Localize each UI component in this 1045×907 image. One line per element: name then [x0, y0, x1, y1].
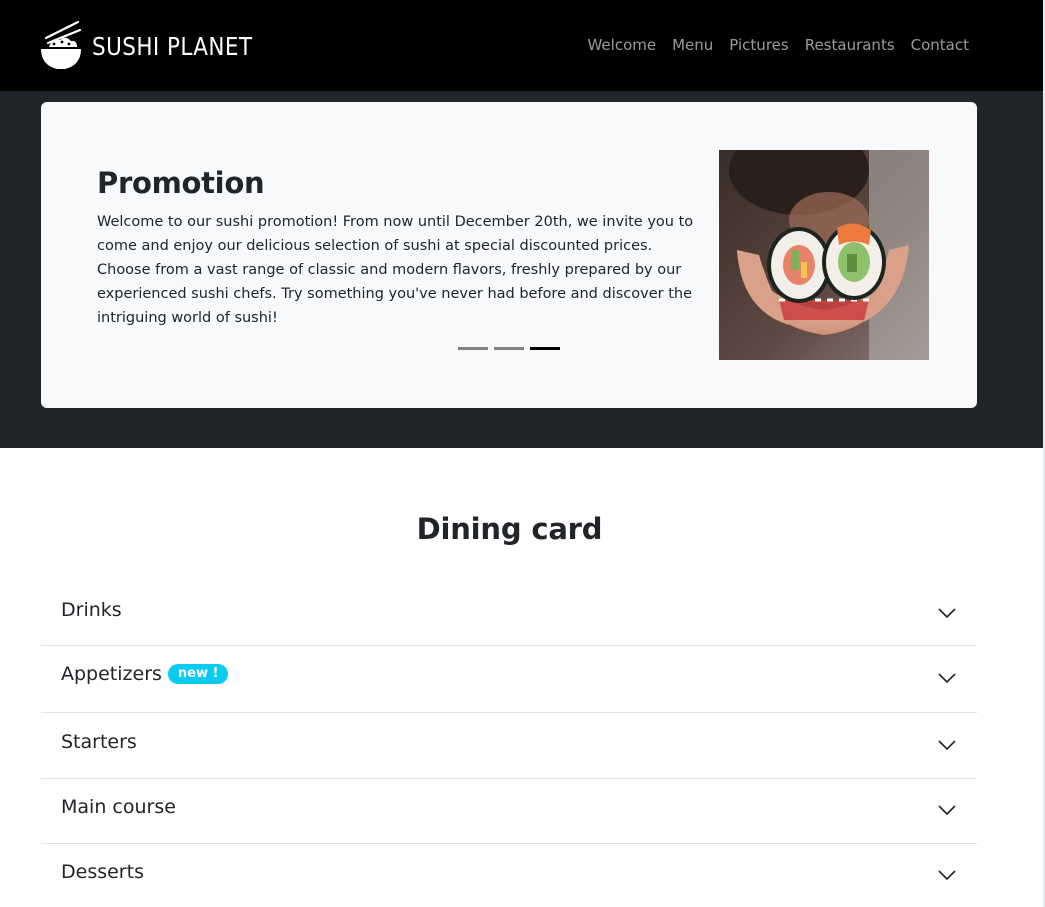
accordion-item-desserts[interactable]: Desserts	[41, 844, 977, 907]
chevron-down-icon	[938, 870, 956, 881]
accordion-label: Drinks	[61, 599, 122, 621]
accordion-header: Main course	[61, 796, 176, 818]
accordion-header: Starters	[61, 731, 137, 753]
carousel-indicator-3[interactable]	[530, 347, 560, 350]
chevron-down-icon	[938, 608, 956, 619]
chevron-down-icon	[938, 740, 956, 751]
nav-link-restaurants[interactable]: Restaurants	[805, 36, 895, 54]
promotion-title: Promotion	[97, 166, 265, 200]
accordion-label: Desserts	[61, 861, 144, 883]
accordion-item-appetizers[interactable]: Appetizers new !	[41, 646, 977, 713]
sushi-roll-photo	[719, 150, 929, 360]
brand-name: SUSHI PLANET	[92, 31, 253, 61]
carousel-indicator-2[interactable]	[494, 347, 524, 350]
chevron-down-icon	[938, 805, 956, 816]
brand[interactable]: SUSHI PLANET	[40, 20, 279, 72]
new-badge: new !	[167, 664, 229, 684]
rice-bowl-logo-icon	[41, 20, 82, 69]
accordion-header: Desserts	[61, 861, 144, 883]
carousel-indicator-1[interactable]	[458, 347, 488, 350]
accordion-label: Starters	[61, 731, 137, 753]
navbar: SUSHI PLANET Welcome Menu Pictures Resta…	[0, 0, 1045, 91]
accordion-item-starters[interactable]: Starters	[41, 713, 977, 779]
accordion-label: Main course	[61, 796, 176, 818]
accordion-header: Appetizers new !	[61, 663, 229, 685]
accordion-header: Drinks	[61, 599, 122, 621]
dining-card-title: Dining card	[416, 512, 603, 546]
carousel-indicators	[458, 347, 560, 350]
nav-link-pictures[interactable]: Pictures	[729, 36, 788, 54]
accordion-item-drinks[interactable]: Drinks	[41, 578, 977, 646]
chevron-down-icon	[938, 673, 956, 684]
nav-link-welcome[interactable]: Welcome	[587, 36, 656, 54]
hero-section: Promotion Welcome to our sushi promotion…	[0, 91, 1045, 448]
dining-menu-accordion: Drinks Appetizers new ! Starters Main co…	[41, 578, 977, 907]
nav-link-contact[interactable]: Contact	[911, 36, 969, 54]
nav-link-menu[interactable]: Menu	[672, 36, 713, 54]
promotion-carousel: Promotion Welcome to our sushi promotion…	[41, 102, 977, 408]
accordion-label: Appetizers	[61, 663, 162, 685]
promotion-text: Welcome to our sushi promotion! From now…	[97, 214, 694, 326]
main-nav: Welcome Menu Pictures Restaurants Contac…	[587, 36, 969, 54]
accordion-item-main-course[interactable]: Main course	[41, 779, 977, 844]
